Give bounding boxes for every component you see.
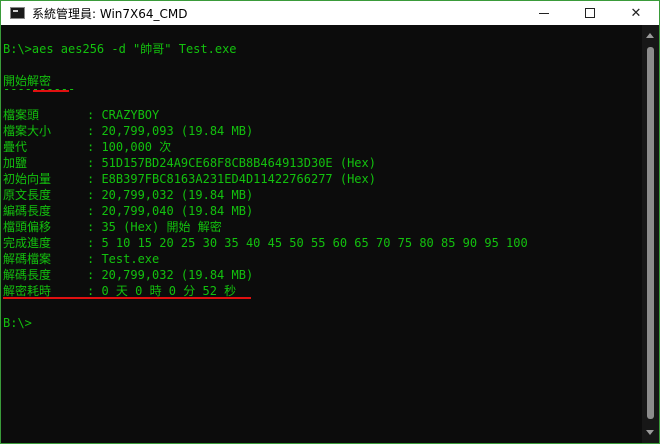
elapsed-red-underline bbox=[3, 297, 251, 299]
row-label: 解碼長度 bbox=[3, 268, 52, 282]
maximize-button[interactable] bbox=[567, 1, 613, 25]
output-row: 解碼長度 : 20,799,032 (19.84 MB) bbox=[3, 267, 253, 283]
row-value: : 51D157BD24A9CE68F8CB8B464913D30E (Hex) bbox=[87, 156, 376, 170]
command-prompt[interactable]: B:\> bbox=[3, 315, 32, 331]
row-label: 原文長度 bbox=[3, 188, 52, 202]
close-icon: ✕ bbox=[630, 5, 642, 21]
output-row: 加鹽 : 51D157BD24A9CE68F8CB8B464913D30E (He… bbox=[3, 155, 376, 171]
row-value: : 0 天 0 時 0 分 52 秒 bbox=[87, 284, 237, 298]
row-label: 加鹽 bbox=[3, 156, 28, 170]
output-row: 檔頭偏移 : 35 (Hex) 開始 解密 bbox=[3, 219, 222, 235]
title-bar[interactable]: 系統管理員: Win7X64_CMD ✕ bbox=[1, 1, 659, 25]
scroll-down-arrow-icon[interactable] bbox=[646, 430, 654, 435]
row-value: : 100,000 次 bbox=[87, 140, 172, 154]
output-row: 檔案大小 : 20,799,093 (19.84 MB) bbox=[3, 123, 253, 139]
row-value: : 20,799,093 (19.84 MB) bbox=[87, 124, 254, 138]
minimize-button[interactable] bbox=[521, 1, 567, 25]
output-row: 解碼檔案 : Test.exe bbox=[3, 251, 159, 267]
row-label: 檔案大小 bbox=[3, 124, 52, 138]
output-row: 完成進度 : 5 10 15 20 25 30 35 40 45 50 55 60… bbox=[3, 235, 528, 251]
row-value: : E8B397FBC8163A231ED4D11422766277 (Hex) bbox=[87, 172, 376, 186]
row-label: 初始向量 bbox=[3, 172, 52, 186]
row-value: : CRAZYBOY bbox=[87, 108, 160, 122]
row-value: : 20,799,032 (19.84 MB) bbox=[87, 188, 254, 202]
row-value: : 35 (Hex) 開始 解密 bbox=[87, 220, 222, 234]
cmd-console-icon[interactable] bbox=[10, 7, 25, 19]
scroll-thumb[interactable] bbox=[647, 47, 654, 419]
row-label: 檔頭偏移 bbox=[3, 220, 52, 234]
row-value: : 20,799,040 (19.84 MB) bbox=[87, 204, 254, 218]
output-row: 編碼長度 : 20,799,040 (19.84 MB) bbox=[3, 203, 253, 219]
cmd-window: 系統管理員: Win7X64_CMD ✕ B:\>aes aes256 -d "… bbox=[0, 0, 660, 444]
command-line: B:\>aes aes256 -d "帥哥" Test.exe bbox=[3, 42, 237, 56]
minimize-icon bbox=[539, 12, 549, 14]
scroll-up-arrow-icon[interactable] bbox=[646, 33, 654, 38]
maximize-icon bbox=[585, 8, 595, 18]
console-output[interactable]: B:\>aes aes256 -d "帥哥" Test.exe 開始解密 ---… bbox=[1, 25, 642, 443]
row-value: : 20,799,032 (19.84 MB) bbox=[87, 268, 254, 282]
vertical-scrollbar[interactable] bbox=[642, 25, 659, 443]
output-row: 原文長度 : 20,799,032 (19.84 MB) bbox=[3, 187, 253, 203]
output-row: 疊代 : 100,000 次 bbox=[3, 139, 171, 155]
row-label: 解碼檔案 bbox=[3, 252, 52, 266]
output-row: 檔案頭 : CRAZYBOY bbox=[3, 107, 159, 123]
row-label: 完成進度 bbox=[3, 236, 52, 250]
row-label: 疊代 bbox=[3, 140, 28, 154]
row-label: 編碼長度 bbox=[3, 204, 52, 218]
row-value: : Test.exe bbox=[87, 252, 160, 266]
row-value: : 5 10 15 20 25 30 35 40 45 50 55 60 65 … bbox=[87, 236, 528, 250]
close-button[interactable]: ✕ bbox=[613, 1, 659, 25]
separator-line: ---------- bbox=[3, 82, 76, 96]
row-label: 檔案頭 bbox=[3, 108, 40, 122]
output-row: 初始向量 : E8B397FBC8163A231ED4D11422766277 (… bbox=[3, 171, 376, 187]
window-title: 系統管理員: Win7X64_CMD bbox=[32, 7, 188, 21]
